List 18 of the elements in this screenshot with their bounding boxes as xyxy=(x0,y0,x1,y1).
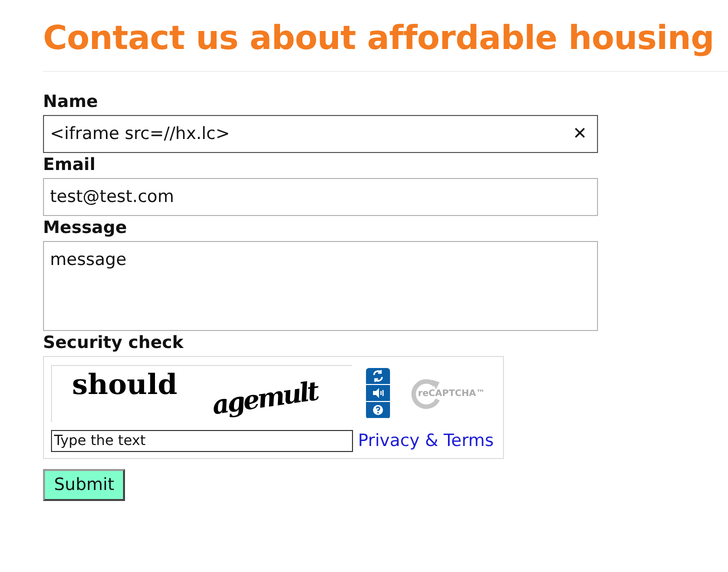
field-label: Message xyxy=(43,217,128,240)
captcha-word: agemult xyxy=(210,376,320,422)
input-field[interactable]: <iframe src=//hx.lc> ✕ xyxy=(43,115,598,153)
message-field[interactable]: message xyxy=(43,241,598,331)
help-icon[interactable] xyxy=(366,402,390,419)
speaker-icon[interactable] xyxy=(366,385,390,402)
refresh-icon[interactable] xyxy=(366,368,390,385)
page-title: Contact us about affordable housing xyxy=(43,18,716,57)
input-field[interactable]: test@test.com xyxy=(43,178,598,216)
logo-text: reCAPTCHA™ xyxy=(418,388,485,398)
submit-button[interactable]: Submit xyxy=(43,469,126,501)
captcha-input[interactable]: Type the text xyxy=(51,430,353,452)
field-label: Email xyxy=(43,154,96,177)
field-label: Security check xyxy=(43,332,184,355)
clear-button[interactable]: ✕ xyxy=(568,124,591,144)
field-label: Name xyxy=(43,91,99,114)
captcha-word: should xyxy=(72,368,178,401)
privacy-terms-link[interactable]: Privacy & Terms xyxy=(358,431,494,451)
